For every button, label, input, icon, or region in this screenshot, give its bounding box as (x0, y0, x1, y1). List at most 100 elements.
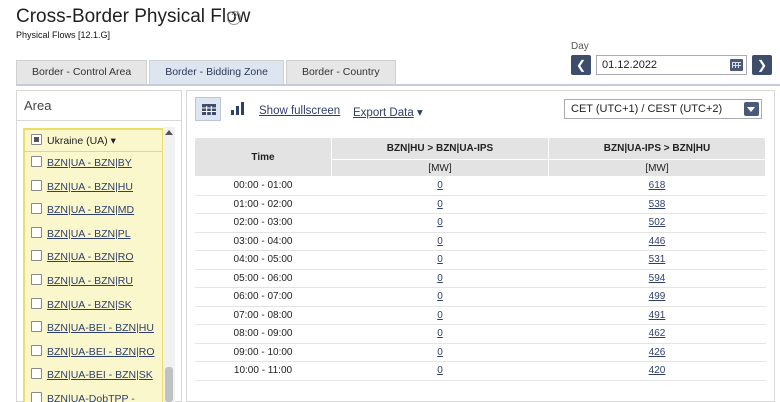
area-item[interactable]: BZN|UA - BZN|RU (25, 270, 162, 294)
area-item-link[interactable]: BZN|UA-BEI - BZN|HU (47, 322, 154, 334)
area-item-link[interactable]: BZN|UA - BZN|MD (47, 204, 134, 216)
flow-value-link[interactable]: 502 (649, 217, 666, 228)
flow-cell-hu-to-ua: 0 (331, 269, 549, 288)
flow-value-link[interactable]: 491 (649, 310, 666, 321)
scroll-thumb[interactable] (165, 367, 173, 402)
flow-value-link[interactable]: 594 (649, 273, 666, 284)
flow-cell-hu-to-ua: 0 (331, 306, 549, 325)
area-item[interactable]: BZN|UA - BZN|RO (25, 246, 162, 270)
flow-value-link[interactable]: 618 (649, 180, 666, 191)
date-input[interactable]: 01.12.2022 (596, 55, 747, 75)
time-cell: 07:00 - 08:00 (194, 306, 332, 325)
table-row: 07:00 - 08:00 0 491 (194, 306, 766, 325)
area-header: Area (17, 91, 181, 121)
area-item[interactable]: BZN|UA-BEI - BZN|SK (25, 364, 162, 388)
tab-border-control-area[interactable]: Border - Control Area (16, 60, 148, 84)
flow-table: Time BZN|HU > BZN|UA-IPS BZN|UA-IPS > BZ… (194, 137, 766, 381)
flow-value-link[interactable]: 0 (437, 236, 443, 247)
flow-value-link[interactable]: 420 (649, 365, 666, 376)
export-data-menu[interactable]: Export Data ▾ (353, 105, 423, 119)
caret-down-icon: ▾ (416, 107, 423, 119)
area-group-label: Ukraine (UA) (47, 135, 108, 147)
area-group-ukraine[interactable]: Ukraine (UA) ▾ (25, 130, 162, 152)
previous-day-button[interactable]: ❮ (571, 55, 591, 75)
area-item[interactable]: BZN|UA - BZN|PL (25, 223, 162, 247)
area-scrollbar[interactable] (163, 127, 175, 402)
border-tabs: Border - Control Area Border - Bidding Z… (16, 60, 398, 84)
time-cell: 09:00 - 10:00 (194, 343, 332, 362)
chevron-right-icon: ❯ (756, 58, 768, 72)
flow-cell-hu-to-ua: 0 (331, 213, 549, 233)
area-item[interactable]: BZN|UA - BZN|HU (25, 176, 162, 200)
flow-value-link[interactable]: 531 (649, 254, 666, 265)
flow-value-link[interactable]: 499 (649, 291, 666, 302)
area-item-link[interactable]: BZN|UA-BEI - BZN|RO (47, 346, 155, 358)
time-cell: 06:00 - 07:00 (194, 287, 332, 307)
flow-value-link[interactable]: 0 (437, 217, 443, 228)
dropdown-arrow-icon[interactable] (744, 102, 759, 116)
area-item-link[interactable]: BZN|UA-BEI - BZN|SK (47, 369, 153, 381)
area-item-checkbox[interactable] (31, 226, 42, 238)
flow-cell-ua-to-hu: 446 (548, 232, 766, 251)
table-view-button[interactable] (195, 97, 221, 121)
flow-value-link[interactable]: 0 (437, 328, 443, 339)
area-item-link[interactable]: BZN|UA-DobTPP - (47, 393, 135, 402)
area-item[interactable]: BZN|UA - BZN|BY (25, 152, 162, 176)
area-list: Ukraine (UA) ▾ BZN|UA - BZN|BY BZN|UA - B… (23, 128, 164, 402)
table-row: 05:00 - 06:00 0 594 (194, 269, 766, 288)
time-cell: 01:00 - 02:00 (194, 195, 332, 214)
area-item-link[interactable]: BZN|UA - BZN|HU (47, 181, 133, 193)
area-item-link[interactable]: BZN|UA - BZN|SK (47, 299, 132, 311)
flow-value-link[interactable]: 0 (437, 365, 443, 376)
area-item-checkbox[interactable] (31, 321, 42, 333)
flow-cell-hu-to-ua: 0 (331, 232, 549, 251)
area-item-link[interactable]: BZN|UA - BZN|BY (47, 157, 132, 169)
area-item[interactable]: BZN|UA-BEI - BZN|HU (25, 317, 162, 341)
date-value: 01.12.2022 (602, 59, 658, 71)
area-item-checkbox[interactable] (31, 391, 42, 402)
flow-value-link[interactable]: 446 (649, 236, 666, 247)
time-cell: 02:00 - 03:00 (194, 213, 332, 233)
flow-value-link[interactable]: 0 (437, 347, 443, 358)
calendar-icon[interactable] (730, 59, 743, 71)
area-item[interactable]: BZN|UA - BZN|MD (25, 199, 162, 223)
area-item-link[interactable]: BZN|UA - BZN|RU (47, 275, 133, 287)
flow-value-link[interactable]: 0 (437, 291, 443, 302)
area-item[interactable]: BZN|UA-DobTPP - (25, 388, 162, 402)
area-item-checkbox[interactable] (31, 297, 42, 309)
tab-border-bidding-zone[interactable]: Border - Bidding Zone (149, 60, 284, 84)
next-day-button[interactable]: ❯ (752, 55, 772, 75)
area-item-checkbox[interactable] (31, 250, 42, 262)
area-item[interactable]: BZN|UA - BZN|SK (25, 294, 162, 318)
table-row: 00:00 - 01:00 0 618 (194, 176, 766, 196)
area-item-link[interactable]: BZN|UA - BZN|RO (47, 251, 134, 263)
area-item[interactable]: BZN|UA-BEI - BZN|RO (25, 341, 162, 365)
flow-value-link[interactable]: 538 (649, 199, 666, 210)
area-item-checkbox[interactable] (31, 344, 42, 356)
table-row: 04:00 - 05:00 0 531 (194, 250, 766, 270)
area-item-checkbox[interactable] (31, 203, 42, 215)
flow-value-link[interactable]: 0 (437, 254, 443, 265)
chevron-left-icon: ❮ (575, 58, 587, 72)
flow-value-link[interactable]: 0 (437, 180, 443, 191)
flow-value-link[interactable]: 426 (649, 347, 666, 358)
scroll-up-icon[interactable] (165, 130, 173, 135)
area-group-checkbox[interactable] (31, 134, 42, 145)
area-item-checkbox[interactable] (31, 368, 42, 380)
flow-cell-ua-to-hu: 618 (548, 176, 766, 196)
tab-border-country[interactable]: Border - Country (285, 60, 396, 84)
area-item-checkbox[interactable] (31, 273, 42, 285)
flow-value-link[interactable]: 0 (437, 273, 443, 284)
tab-divider (16, 84, 780, 86)
flow-value-link[interactable]: 0 (437, 310, 443, 321)
flow-value-link[interactable]: 0 (437, 199, 443, 210)
area-item-checkbox[interactable] (31, 156, 42, 167)
timezone-select[interactable]: CET (UTC+1) / CEST (UTC+2) (564, 99, 762, 119)
area-item-checkbox[interactable] (31, 179, 42, 191)
help-icon[interactable]: ? (227, 11, 241, 25)
flow-cell-ua-to-hu: 420 (548, 361, 766, 381)
show-fullscreen-link[interactable]: Show fullscreen (259, 105, 340, 117)
flow-value-link[interactable]: 462 (649, 328, 666, 339)
area-item-link[interactable]: BZN|UA - BZN|PL (47, 228, 131, 240)
chart-view-button[interactable] (225, 97, 251, 121)
